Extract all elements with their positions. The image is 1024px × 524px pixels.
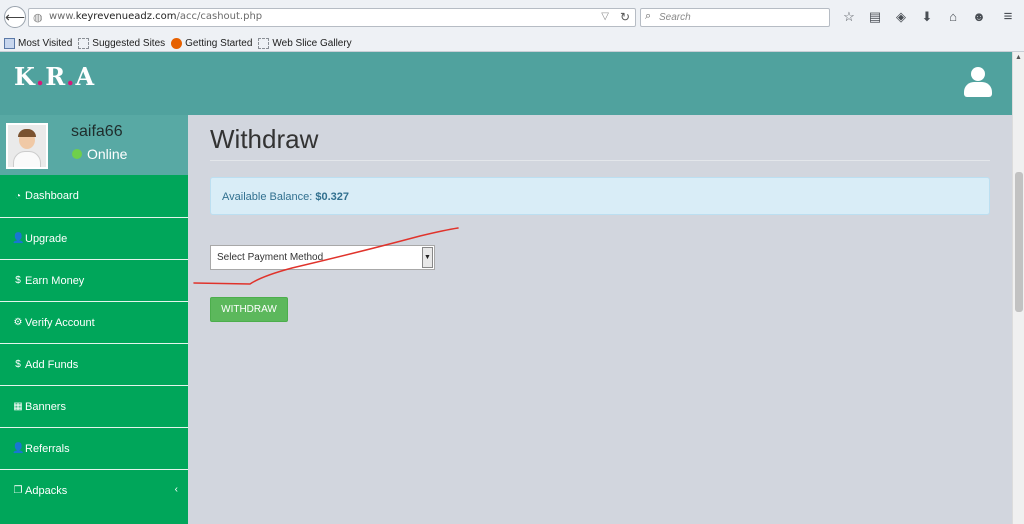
hamburger-menu-icon[interactable]: ≡ bbox=[998, 6, 1018, 28]
sidebar-item-add-funds[interactable]: $ Add Funds bbox=[0, 343, 188, 385]
online-status-icon bbox=[72, 149, 82, 159]
bookmark-star-icon[interactable]: ☆ bbox=[836, 6, 862, 28]
home-icon[interactable]: ⌂ bbox=[940, 6, 966, 28]
chat-icon[interactable]: ☻ bbox=[966, 6, 992, 28]
dollar-icon: $ bbox=[15, 275, 21, 286]
chevron-left-icon: ‹ bbox=[174, 484, 178, 495]
dollar-icon: $ bbox=[15, 359, 21, 370]
bookmark-suggested-sites[interactable]: Suggested Sites bbox=[78, 37, 165, 49]
back-arrow-icon: ⟵ bbox=[5, 9, 26, 25]
back-button[interactable]: ⟵ bbox=[4, 6, 26, 28]
globe-icon: ◍ bbox=[33, 12, 43, 24]
title-divider bbox=[210, 160, 990, 161]
sidebar-item-referrals[interactable]: 👤 Referrals bbox=[0, 427, 188, 469]
balance-callout: Available Balance: $0.327 bbox=[210, 177, 990, 215]
site-logo[interactable]: K.R.A bbox=[14, 62, 95, 91]
user-panel: saifa66 Online bbox=[0, 115, 188, 175]
search-icon: ⌕ bbox=[645, 10, 652, 22]
address-bar[interactable]: ◍ www.keyrevenueadz.com/acc/cashout.php … bbox=[28, 8, 636, 27]
sidebar-item-upgrade[interactable]: 👤 Upgrade bbox=[0, 217, 188, 259]
sidebar-item-verify-account[interactable]: ⚙ Verify Account bbox=[0, 301, 188, 343]
user-icon: 👤 bbox=[12, 443, 25, 454]
bookmarks-bar: Most Visited Suggested Sites Getting Sta… bbox=[0, 34, 1024, 52]
sidebar-item-earn-money[interactable]: $ Earn Money bbox=[0, 259, 188, 301]
bookmark-getting-started[interactable]: Getting Started bbox=[171, 37, 252, 49]
payment-method-select[interactable]: Select Payment Method ▼ bbox=[210, 245, 435, 270]
chevron-down-icon[interactable]: ▼ bbox=[422, 247, 433, 268]
url-text: www.keyrevenueadz.com/acc/cashout.php bbox=[49, 11, 263, 22]
copy-icon: ❐ bbox=[13, 485, 23, 496]
sidebar-menu: ◔ Dashboard 👤 Upgrade $ Earn Money ⚙ Verify … bbox=[0, 175, 188, 511]
user-account-icon[interactable] bbox=[964, 67, 992, 97]
search-input[interactable]: ⌕ Search bbox=[640, 8, 830, 27]
page-scrollbar[interactable]: ▲ bbox=[1012, 52, 1024, 524]
site-header: K.R.A bbox=[0, 52, 1012, 115]
scrollbar-thumb[interactable] bbox=[1015, 172, 1023, 312]
sidebar: saifa66 Online ◔ Dashboard 👤 Upgrade $ Earn… bbox=[0, 115, 188, 524]
most-visited-icon bbox=[4, 37, 15, 49]
sidebar-item-dashboard[interactable]: ◔ Dashboard bbox=[0, 175, 188, 217]
toolbar-icons: ☆ ▤ ◈ ⬇ ⌂ ☻ bbox=[836, 6, 992, 28]
page-icon bbox=[78, 37, 90, 49]
url-dropdown-icon[interactable]: ▽ bbox=[601, 11, 609, 22]
sidebar-item-banners[interactable]: ▦ Banners bbox=[0, 385, 188, 427]
scroll-up-icon[interactable]: ▲ bbox=[1013, 52, 1024, 64]
reading-list-icon[interactable]: ▤ bbox=[862, 6, 888, 28]
payment-method-value: Select Payment Method bbox=[217, 252, 324, 263]
withdraw-button[interactable]: WITHDRAW bbox=[210, 297, 288, 322]
sidebar-item-adpacks[interactable]: ❐ Adpacks ‹ bbox=[0, 469, 188, 511]
browser-chrome: ⟵ ◍ www.keyrevenueadz.com/acc/cashout.ph… bbox=[0, 0, 1024, 52]
browser-toolbar: ⟵ ◍ www.keyrevenueadz.com/acc/cashout.ph… bbox=[0, 0, 1024, 33]
page-title: Withdraw bbox=[210, 124, 319, 154]
bookmark-most-visited[interactable]: Most Visited bbox=[4, 37, 72, 49]
pocket-icon[interactable]: ◈ bbox=[888, 6, 914, 28]
balance-value: $0.327 bbox=[315, 191, 350, 203]
download-icon[interactable]: ⬇ bbox=[914, 6, 940, 28]
user-status: Online bbox=[72, 146, 127, 162]
dashboard-icon: ◔ bbox=[14, 190, 22, 202]
user-icon: 👤 bbox=[12, 233, 25, 244]
main-content: Withdraw Available Balance: $0.327 Selec… bbox=[188, 115, 1012, 524]
table-icon: ▦ bbox=[13, 401, 23, 412]
gear-icon: ⚙ bbox=[13, 317, 23, 328]
page-icon bbox=[258, 37, 270, 49]
reload-icon[interactable]: ↻ bbox=[620, 10, 630, 24]
user-name: saifa66 bbox=[71, 123, 123, 140]
balance-text: Available Balance: $0.327 bbox=[222, 191, 350, 203]
search-placeholder: Search bbox=[659, 12, 691, 23]
avatar bbox=[6, 123, 48, 169]
bookmark-web-slice-gallery[interactable]: Web Slice Gallery bbox=[258, 37, 352, 49]
firefox-icon bbox=[171, 37, 183, 49]
